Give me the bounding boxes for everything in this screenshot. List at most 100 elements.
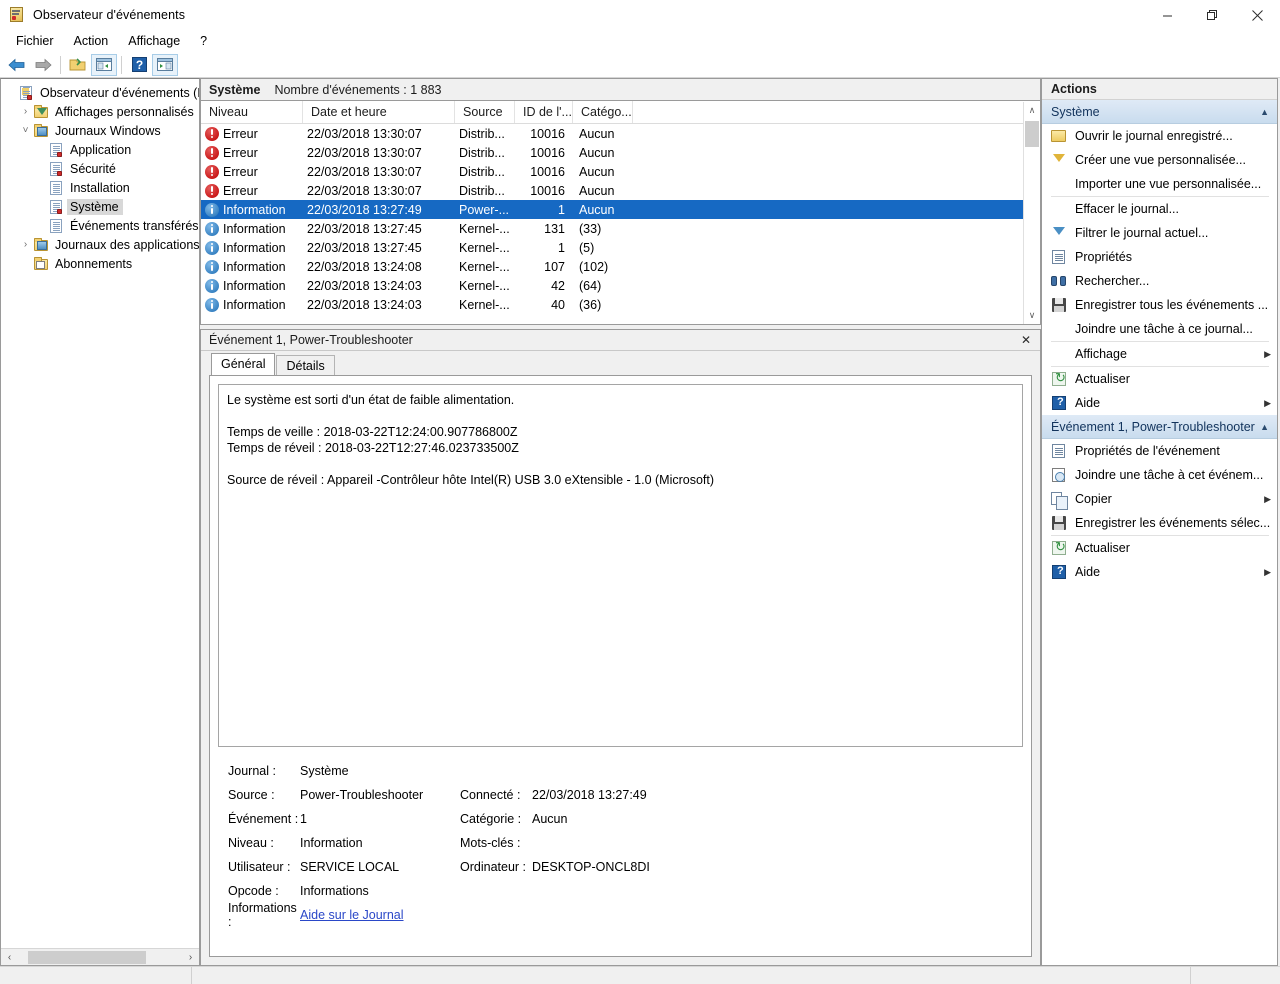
actions-group-header[interactable]: Événement 1, Power-Troubleshooter▲ [1042,415,1277,439]
menu-action[interactable]: Action [64,32,119,50]
list-scroll-up-button[interactable]: ∧ [1024,102,1040,119]
actions-group-header[interactable]: Système▲ [1042,100,1277,124]
tree-item-v-nements-transf-r-s[interactable]: Événements transférés [1,216,199,235]
information-icon [205,260,219,274]
tree-horizontal-scrollbar[interactable]: ‹ › [1,948,199,965]
event-list-rows: Erreur22/03/2018 13:30:07Distrib...10016… [201,124,1040,314]
table-row[interactable]: Information22/03/2018 13:24:03Kernel-...… [201,295,1040,314]
collapse-up-icon[interactable]: ▲ [1260,422,1269,432]
restore-button[interactable] [1190,0,1235,30]
submenu-arrow-icon[interactable]: ▶ [1264,349,1271,360]
attach-task-icon [1051,467,1067,483]
action-item-effacer-le-journal[interactable]: Effacer le journal... [1042,197,1277,221]
action-item-actualiser[interactable]: Actualiser [1042,367,1277,391]
menu-fichier[interactable]: Fichier [6,32,64,50]
tree-scroll-track[interactable] [18,949,182,966]
list-scroll-thumb[interactable] [1025,121,1039,147]
cell-level: Erreur [201,127,303,141]
action-item-ouvrir-le-journal-enregistr[interactable]: Ouvrir le journal enregistré... [1042,124,1277,148]
collapse-up-icon[interactable]: ▲ [1260,107,1269,117]
chevron-right-icon[interactable]: › [18,239,33,250]
tree-item-s-curit[interactable]: Sécurité [1,159,199,178]
column-header-date[interactable]: Date et heure [303,101,455,123]
cell-level: Information [201,203,303,217]
properties-icon [1051,249,1067,265]
chevron-right-icon[interactable]: › [18,106,33,117]
cell-datetime: 22/03/2018 13:30:07 [303,146,455,160]
tree-item-application[interactable]: Application [1,140,199,159]
event-list-vertical-scrollbar[interactable]: ∧ ∨ [1023,102,1040,324]
show-hide-action-pane-icon[interactable] [152,54,178,76]
submenu-arrow-icon[interactable]: ▶ [1264,398,1271,409]
table-row[interactable]: Information22/03/2018 13:24:08Kernel-...… [201,257,1040,276]
table-row[interactable]: Erreur22/03/2018 13:30:07Distrib...10016… [201,124,1040,143]
tree-scroll-right-button[interactable]: › [182,949,199,966]
tree-item-journaux-des-applications-et[interactable]: ›Journaux des applications et [1,235,199,254]
table-row[interactable]: Erreur22/03/2018 13:30:07Distrib...10016… [201,143,1040,162]
menu-help[interactable]: ? [190,32,217,50]
tree-item-abonnements[interactable]: Abonnements [1,254,199,273]
forward-arrow-icon[interactable] [30,54,56,76]
action-item-importer-une-vue-personnalis-e[interactable]: Importer une vue personnalisée... [1042,172,1277,196]
column-header-source[interactable]: Source [455,101,515,123]
action-item-filtrer-le-journal-actuel[interactable]: Filtrer le journal actuel... [1042,221,1277,245]
action-item-cr-er-une-vue-personnalis-e[interactable]: Créer une vue personnalisée... [1042,148,1277,172]
label-utilisateur: Utilisateur : [228,860,300,874]
toolbar-separator [60,56,61,74]
table-row[interactable]: Information22/03/2018 13:27:49Power-...1… [201,200,1040,219]
table-row[interactable]: Erreur22/03/2018 13:30:07Distrib...10016… [201,162,1040,181]
submenu-arrow-icon[interactable]: ▶ [1264,494,1271,505]
chevron-down-icon[interactable]: ˅ [18,125,33,136]
label-categorie: Catégorie : [460,812,532,826]
column-header-event-id[interactable]: ID de l'... [515,101,573,123]
tab-details[interactable]: Détails [276,355,334,376]
action-item-joindre-une-t-che-ce-journal[interactable]: Joindre une tâche à ce journal... [1042,317,1277,341]
table-row[interactable]: Information22/03/2018 13:27:45Kernel-...… [201,238,1040,257]
tree-item-affichages-personnalis-s[interactable]: ›Affichages personnalisés [1,102,199,121]
action-item-actualiser[interactable]: Actualiser [1042,536,1277,560]
event-list-log-name: Système [209,83,260,97]
metadata-row-informations: Informations : Aide sur le Journal [228,903,1023,927]
minimize-button[interactable] [1145,0,1190,30]
close-icon[interactable]: ✕ [1018,333,1034,347]
help-icon[interactable]: ? [126,54,152,76]
action-item-copier[interactable]: Copier▶ [1042,487,1277,511]
tab-general[interactable]: Général [211,353,275,375]
action-item-aide[interactable]: Aide▶ [1042,560,1277,584]
menu-affichage[interactable]: Affichage [118,32,190,50]
event-description-box[interactable]: Le système est sorti d'un état de faible… [218,384,1023,747]
action-item-label: Aide [1075,565,1264,579]
action-item-propri-t-s[interactable]: Propriétés [1042,245,1277,269]
action-item-rechercher[interactable]: Rechercher... [1042,269,1277,293]
action-item-aide[interactable]: Aide▶ [1042,391,1277,415]
table-row[interactable]: Information22/03/2018 13:27:45Kernel-...… [201,219,1040,238]
table-row[interactable]: Information22/03/2018 13:24:03Kernel-...… [201,276,1040,295]
list-scroll-down-button[interactable]: ∨ [1024,307,1040,324]
action-item-label: Enregistrer les événements sélec... [1075,516,1277,530]
tree-item-journaux-windows[interactable]: ˅Journaux Windows [1,121,199,140]
action-item-joindre-une-t-che-cet-v-nem[interactable]: Joindre une tâche à cet événem... [1042,463,1277,487]
action-item-enregistrer-les-v-nements-s-lec[interactable]: Enregistrer les événements sélec... [1042,511,1277,535]
tree-item-installation[interactable]: Installation [1,178,199,197]
close-button[interactable] [1235,0,1280,30]
open-folder-icon[interactable] [65,54,91,76]
cell-id: 1 [515,203,573,217]
tree-item-syst-me[interactable]: Système [1,197,199,216]
cell-level: Information [201,260,303,274]
action-item-enregistrer-tous-les-v-nements[interactable]: Enregistrer tous les événements ... [1042,293,1277,317]
back-arrow-icon[interactable] [4,54,30,76]
tree-item-observateur-d-v-nements-loc[interactable]: Observateur d'événements (Loc [1,83,199,102]
show-hide-console-tree-icon[interactable] [91,54,117,76]
submenu-arrow-icon[interactable]: ▶ [1264,567,1271,578]
statusbar [0,966,1280,984]
table-row[interactable]: Erreur22/03/2018 13:30:07Distrib...10016… [201,181,1040,200]
tree-scroll-thumb[interactable] [28,951,146,964]
column-header-niveau[interactable]: Niveau [201,101,303,123]
event-list-panel: Système Nombre d'événements : 1 883 Nive… [200,78,1041,325]
tree-scroll-left-button[interactable]: ‹ [1,949,18,966]
log-help-link[interactable]: Aide sur le Journal [300,908,460,922]
action-item-affichage[interactable]: Affichage▶ [1042,342,1277,366]
information-icon [205,241,219,255]
column-header-category[interactable]: Catégo... [573,101,633,123]
action-item-propri-t-s-de-l-v-nement[interactable]: Propriétés de l'événement [1042,439,1277,463]
